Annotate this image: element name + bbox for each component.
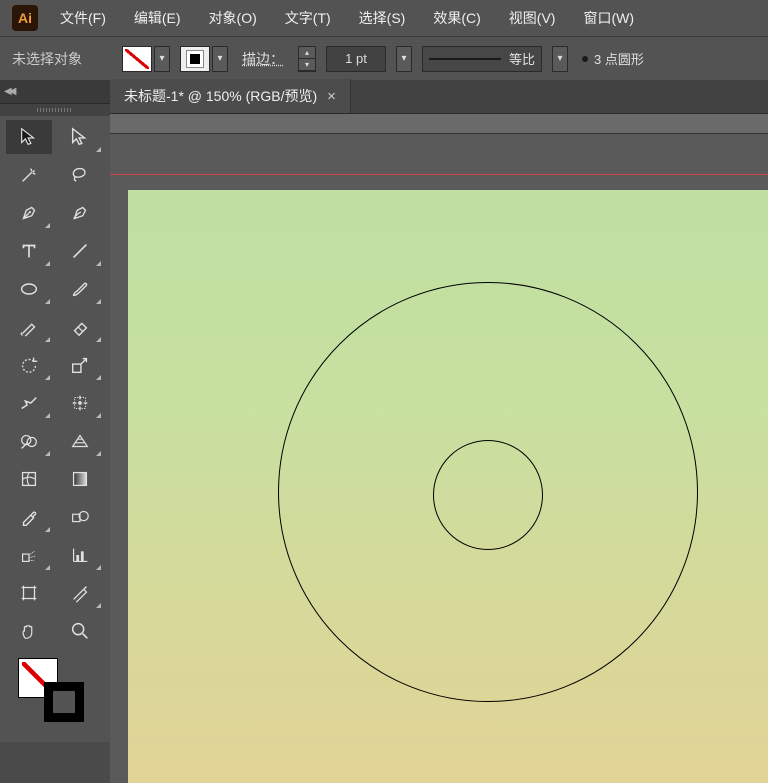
lasso-tool[interactable]	[57, 158, 103, 192]
magic-wand-tool[interactable]	[6, 158, 52, 192]
hand-tool[interactable]	[6, 614, 52, 648]
symbol-sprayer-tool[interactable]	[6, 538, 52, 572]
variable-width-profile[interactable]: 等比	[422, 46, 542, 72]
menubar: Ai 文件(F) 编辑(E) 对象(O) 文字(T) 选择(S) 效果(C) 视…	[0, 0, 768, 36]
stepper-up-icon[interactable]: ▴	[299, 47, 315, 59]
artboard[interactable]	[128, 190, 768, 783]
menu-select[interactable]: 选择(S)	[345, 0, 420, 36]
fill-swatch-group: ▾	[122, 46, 170, 72]
menu-items: 文件(F) 编辑(E) 对象(O) 文字(T) 选择(S) 效果(C) 视图(V…	[46, 0, 648, 36]
menu-view[interactable]: 视图(V)	[495, 0, 570, 36]
paintbrush-tool[interactable]	[57, 272, 103, 306]
fill-stroke-control[interactable]	[6, 652, 104, 722]
panel-drag-handle[interactable]	[0, 104, 110, 116]
curvature-tool[interactable]	[57, 196, 103, 230]
menu-effect[interactable]: 效果(C)	[419, 0, 494, 36]
brush-definition[interactable]: 3 点圆形	[578, 49, 644, 68]
inner-circle-path[interactable]	[433, 440, 543, 550]
free-transform-tool[interactable]	[57, 386, 103, 420]
stroke-weight-stepper[interactable]: ▴ ▾	[298, 46, 316, 72]
selection-status: 未选择对象	[12, 49, 112, 69]
line-segment-tool[interactable]	[57, 234, 103, 268]
perspective-grid-tool[interactable]	[57, 424, 103, 458]
stroke-swatch[interactable]	[180, 46, 210, 72]
menu-type[interactable]: 文字(T)	[271, 0, 345, 36]
rotate-tool[interactable]	[6, 348, 52, 382]
fill-dropdown-icon[interactable]: ▾	[154, 46, 170, 72]
type-tool[interactable]	[6, 234, 52, 268]
collapse-arrows-icon: ◀◀	[4, 86, 13, 97]
document-tab[interactable]: 未标题-1* @ 150% (RGB/预览) ×	[110, 79, 351, 113]
menu-edit[interactable]: 编辑(E)	[120, 0, 195, 36]
brush-dot-icon	[582, 56, 588, 62]
mesh-tool[interactable]	[6, 462, 52, 496]
artboard-tool[interactable]	[6, 576, 52, 610]
shape-builder-tool[interactable]	[6, 424, 52, 458]
ellipse-tool[interactable]	[6, 272, 52, 306]
width-tool[interactable]	[6, 386, 52, 420]
gradient-tool[interactable]	[57, 462, 103, 496]
zoom-tool[interactable]	[57, 614, 103, 648]
stroke-dropdown-icon[interactable]: ▾	[212, 46, 228, 72]
menu-file[interactable]: 文件(F)	[46, 0, 120, 36]
scale-tool[interactable]	[57, 348, 103, 382]
profile-line-icon	[429, 58, 501, 60]
horizontal-ruler	[110, 114, 768, 134]
stroke-color-box[interactable]	[44, 682, 84, 722]
profile-dropdown-icon[interactable]: ▾	[552, 46, 568, 72]
blend-tool[interactable]	[57, 500, 103, 534]
document-tab-bar: 未标题-1* @ 150% (RGB/预览) ×	[110, 80, 768, 114]
slice-tool[interactable]	[57, 576, 103, 610]
stroke-swatch-group: ▾	[180, 46, 228, 72]
pen-tool[interactable]	[6, 196, 52, 230]
tools-panel	[0, 116, 110, 742]
direct-selection-tool[interactable]	[57, 120, 103, 154]
profile-label: 等比	[509, 49, 535, 68]
fill-swatch[interactable]	[122, 46, 152, 72]
stroke-weight-dropdown-icon[interactable]: ▾	[396, 46, 412, 72]
canvas-area[interactable]	[110, 134, 768, 783]
panel-collapse-strip[interactable]: ◀◀	[0, 80, 110, 104]
control-bar: 未选择对象 ▾ ▾ 描边： ▴ ▾ 1 pt ▾ 等比 ▾ 3 点圆形	[0, 36, 768, 80]
app-logo-icon: Ai	[4, 0, 46, 36]
stepper-down-icon[interactable]: ▾	[299, 59, 315, 71]
tab-close-icon[interactable]: ×	[327, 88, 336, 105]
document-tab-title: 未标题-1* @ 150% (RGB/预览)	[124, 86, 317, 106]
stroke-label[interactable]: 描边：	[238, 49, 288, 69]
brush-label: 3 点圆形	[594, 49, 644, 68]
svg-text:Ai: Ai	[18, 10, 32, 26]
column-graph-tool[interactable]	[57, 538, 103, 572]
guide-line	[110, 174, 768, 175]
menu-object[interactable]: 对象(O)	[195, 0, 271, 36]
eyedropper-tool[interactable]	[6, 500, 52, 534]
selection-tool[interactable]	[6, 120, 52, 154]
shaper-tool[interactable]	[6, 310, 52, 344]
stroke-weight-value[interactable]: 1 pt	[326, 46, 386, 72]
eraser-tool[interactable]	[57, 310, 103, 344]
menu-window[interactable]: 窗口(W)	[569, 0, 648, 36]
